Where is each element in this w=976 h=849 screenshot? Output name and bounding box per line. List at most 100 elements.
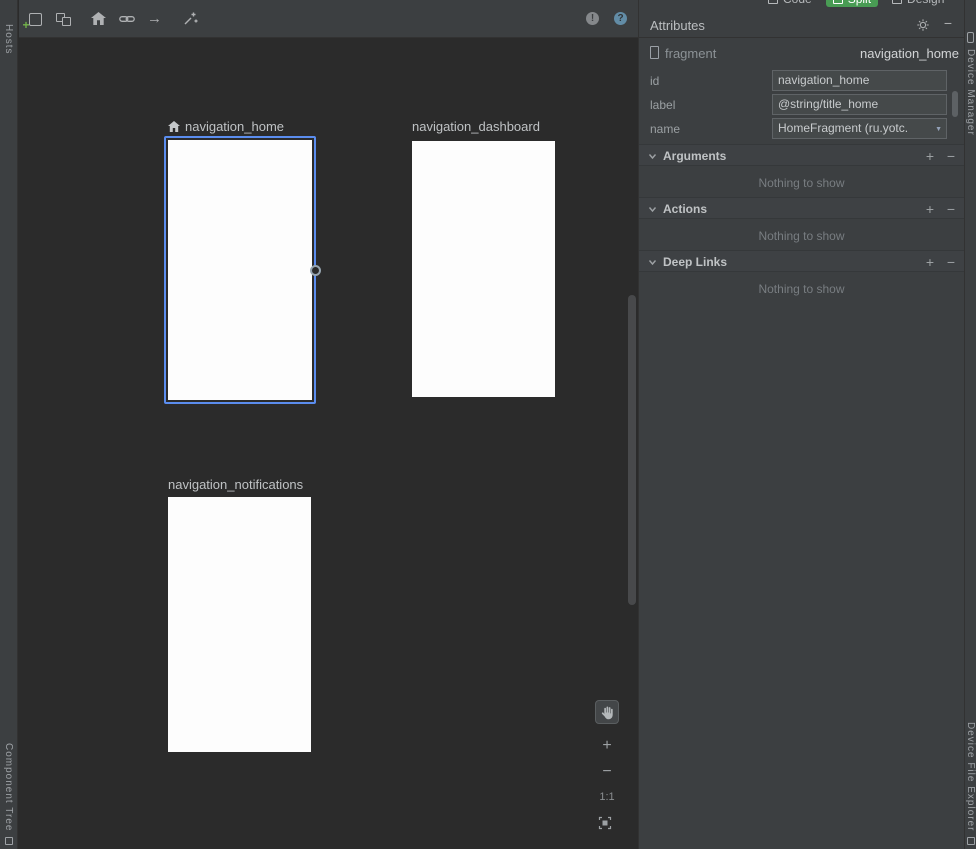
right-tool-stripe: Device Manager Device File Explorer bbox=[964, 0, 976, 849]
gear-icon[interactable] bbox=[916, 18, 930, 37]
error-icon: ! bbox=[586, 12, 599, 25]
hide-panel-button[interactable]: − bbox=[944, 15, 952, 31]
nested-graph-icon bbox=[55, 11, 71, 27]
action-handle[interactable] bbox=[310, 265, 321, 276]
chevron-down-icon bbox=[648, 205, 657, 214]
design-surface[interactable]: navigation_home navigation_dashboard nav… bbox=[19, 39, 637, 849]
zoom-reset-button[interactable]: 1:1 bbox=[596, 791, 618, 803]
split-view-icon bbox=[833, 0, 843, 4]
magic-wand-icon bbox=[183, 11, 198, 26]
attributes-title: Attributes bbox=[650, 18, 705, 33]
nav-editor-toolbar: + → ! ? bbox=[19, 0, 638, 38]
remove-argument-button[interactable]: − bbox=[947, 148, 955, 164]
arguments-empty-text: Nothing to show bbox=[639, 176, 964, 190]
section-title: Actions bbox=[663, 202, 707, 216]
tab-split-label: Split bbox=[848, 0, 871, 6]
fragment-label: navigation_notifications bbox=[168, 477, 303, 492]
add-deep-link-button[interactable]: + bbox=[926, 254, 934, 270]
add-action-button[interactable]: + bbox=[926, 201, 934, 217]
design-view-icon bbox=[892, 0, 902, 4]
assign-start-destination-button[interactable] bbox=[90, 10, 107, 27]
left-tool-stripe: Hosts Component Tree bbox=[0, 0, 18, 849]
tab-design[interactable]: Design bbox=[892, 0, 944, 6]
new-destination-icon: + bbox=[27, 11, 43, 27]
name-dropdown[interactable]: HomeFragment (ru.yotc. ▼ bbox=[772, 118, 947, 139]
home-icon bbox=[91, 12, 106, 25]
element-type-label: fragment bbox=[665, 46, 716, 61]
label-input[interactable]: @string/title_home bbox=[772, 94, 947, 115]
help-icon: ? bbox=[614, 12, 627, 25]
deep-links-empty-text: Nothing to show bbox=[639, 282, 964, 296]
hosts-label: Hosts bbox=[3, 24, 14, 55]
tool-window-device-file-explorer[interactable]: Device File Explorer bbox=[965, 722, 976, 845]
name-field-label: name bbox=[650, 122, 680, 136]
fragment-label: navigation_dashboard bbox=[412, 119, 540, 134]
zoom-in-button[interactable]: + bbox=[596, 739, 618, 753]
fit-screen-icon bbox=[598, 816, 612, 830]
fragment-home-preview bbox=[168, 140, 312, 400]
canvas-scrollbar-thumb[interactable] bbox=[628, 295, 636, 605]
tab-code-label: Code bbox=[783, 0, 812, 6]
home-icon bbox=[168, 121, 180, 132]
component-tree-icon bbox=[5, 837, 13, 845]
tool-window-component-tree[interactable]: Component Tree bbox=[0, 743, 17, 846]
hand-icon bbox=[600, 705, 614, 720]
chevron-down-icon bbox=[648, 258, 657, 267]
fragment-dashboard-header: navigation_dashboard bbox=[412, 119, 540, 134]
dropdown-arrow-icon: ▼ bbox=[935, 119, 942, 139]
zoom-out-button[interactable]: − bbox=[596, 765, 618, 779]
actions-section-header[interactable]: Actions + − bbox=[639, 197, 964, 219]
warnings-button[interactable]: ! bbox=[584, 10, 601, 27]
tool-window-device-manager[interactable]: Device Manager bbox=[965, 32, 976, 136]
device-manager-icon bbox=[967, 32, 974, 43]
arguments-section-header[interactable]: Arguments + − bbox=[639, 144, 964, 166]
auto-arrange-button[interactable] bbox=[182, 10, 199, 27]
actions-empty-text: Nothing to show bbox=[639, 229, 964, 243]
label-field-row: label @string/title_home bbox=[639, 94, 964, 115]
id-field-row: id navigation_home bbox=[639, 70, 964, 91]
device-file-explorer-label: Device File Explorer bbox=[965, 722, 976, 831]
deep-links-section-header[interactable]: Deep Links + − bbox=[639, 250, 964, 272]
nested-graph-button[interactable] bbox=[54, 10, 71, 27]
remove-deep-link-button[interactable]: − bbox=[947, 254, 955, 270]
plus-badge-icon: + bbox=[23, 18, 30, 32]
tab-design-label: Design bbox=[907, 0, 944, 6]
fragment-notifications-card[interactable] bbox=[168, 497, 311, 752]
tab-code[interactable]: Code bbox=[768, 0, 812, 6]
name-field-row: name HomeFragment (ru.yotc. ▼ bbox=[639, 118, 964, 139]
fragment-icon bbox=[650, 46, 659, 59]
tool-window-hosts[interactable]: Hosts bbox=[0, 24, 17, 55]
fragment-label: navigation_home bbox=[185, 119, 284, 134]
add-action-button[interactable]: → bbox=[146, 10, 163, 27]
fragment-home-header: navigation_home bbox=[168, 119, 284, 134]
label-field-label: label bbox=[650, 98, 675, 112]
selected-element-row: fragment navigation_home bbox=[639, 45, 964, 61]
tab-split[interactable]: Split bbox=[826, 0, 878, 7]
remove-action-button[interactable]: − bbox=[947, 201, 955, 217]
component-tree-label: Component Tree bbox=[3, 743, 14, 832]
attributes-panel: Attributes − fragment navigation_home id… bbox=[638, 0, 964, 849]
fragment-home-card[interactable] bbox=[164, 136, 316, 404]
chevron-down-icon bbox=[648, 152, 657, 161]
fragment-dashboard-card[interactable] bbox=[412, 141, 555, 397]
code-view-icon bbox=[768, 0, 778, 4]
editor-mode-switcher: Code Split Design bbox=[768, 0, 966, 10]
link-icon bbox=[119, 11, 135, 27]
id-input[interactable]: navigation_home bbox=[772, 70, 947, 91]
device-file-explorer-icon bbox=[967, 837, 975, 845]
deep-link-button[interactable] bbox=[118, 10, 135, 27]
action-arrow-icon: → bbox=[147, 11, 162, 26]
fragment-notifications-header: navigation_notifications bbox=[168, 477, 303, 492]
pan-button[interactable] bbox=[595, 700, 619, 724]
section-title: Arguments bbox=[663, 149, 726, 163]
id-field-label: id bbox=[650, 74, 659, 88]
name-dropdown-value: HomeFragment (ru.yotc. bbox=[778, 121, 908, 135]
help-button[interactable]: ? bbox=[612, 10, 629, 27]
panel-scrollbar-thumb[interactable] bbox=[952, 91, 958, 117]
add-argument-button[interactable]: + bbox=[926, 148, 934, 164]
new-destination-button[interactable]: + bbox=[26, 10, 43, 27]
element-id-value: navigation_home bbox=[860, 46, 959, 61]
section-title: Deep Links bbox=[663, 255, 727, 269]
zoom-to-fit-button[interactable] bbox=[598, 816, 612, 835]
device-manager-label: Device Manager bbox=[965, 49, 976, 136]
